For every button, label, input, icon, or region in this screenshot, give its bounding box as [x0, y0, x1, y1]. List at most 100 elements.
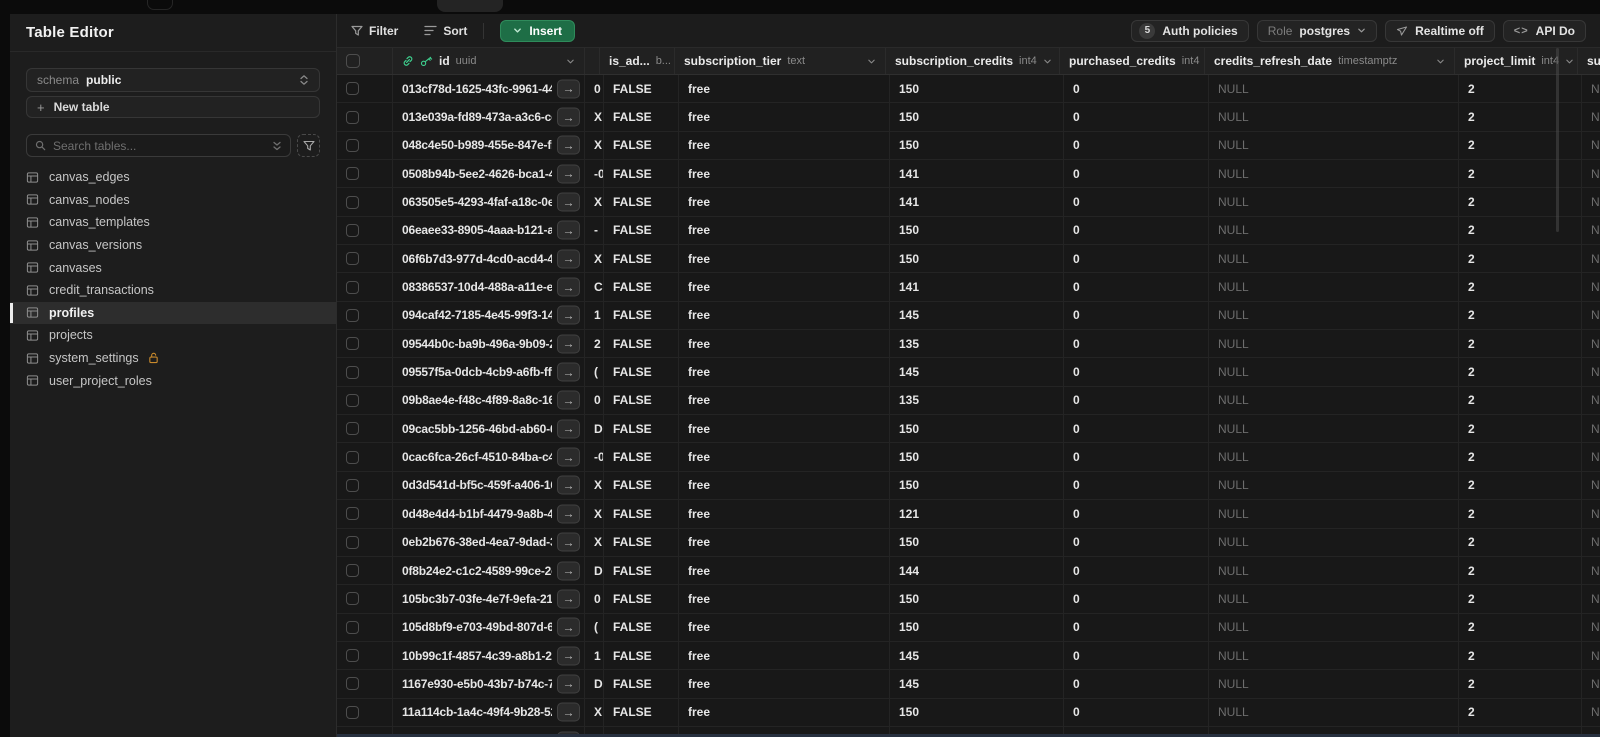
cell-subscription-credits[interactable]: 150 [890, 103, 1064, 131]
cell-credits-refresh-date[interactable]: NULL [1209, 301, 1459, 330]
cell-purchased-credits[interactable]: 0 [1064, 471, 1209, 500]
row-checkbox[interactable] [346, 393, 359, 407]
cell-id[interactable]: 10b99c1f-4857-4c39-a8b1-263b8... → [393, 641, 585, 670]
cell-project-limit[interactable]: 2 [1459, 245, 1582, 273]
table-row[interactable]: 105d8bf9-e703-49bd-807d-645e... → ( FALS… [337, 613, 1600, 642]
column-header-purchased-credits[interactable]: purchased_credits int4 [1060, 48, 1205, 74]
cell-hidden-column[interactable]: D [585, 556, 604, 585]
cell-clipped[interactable]: NULL [1582, 217, 1600, 244]
cell-purchased-credits[interactable]: 0 [1064, 698, 1209, 726]
table-row[interactable]: 013e039a-fd89-473a-a3c6-ccfa9... → X FAL… [337, 103, 1600, 132]
cell-clipped[interactable]: NULL [1582, 415, 1600, 442]
cell-id[interactable]: 09b8ae4e-f48c-4f89-8a8c-1629b... → [393, 386, 585, 415]
sidebar-table-item[interactable]: canvas_templates [10, 211, 336, 234]
table-row[interactable]: 06eaee33-8905-4aaa-b121-ab552... → - FAL… [337, 216, 1600, 246]
expand-row-button[interactable]: → [557, 305, 580, 325]
row-checkbox[interactable] [346, 195, 359, 209]
cell-purchased-credits[interactable]: 0 [1064, 528, 1209, 556]
expand-row-button[interactable]: → [557, 646, 580, 666]
row-checkbox[interactable] [346, 252, 359, 266]
cell-project-limit[interactable]: 2 [1459, 188, 1582, 216]
table-row[interactable]: 09b8ae4e-f48c-4f89-8a8c-1629b... → 0 FAL… [337, 386, 1600, 416]
cell-subscription-tier[interactable]: free [679, 415, 890, 443]
cell-hidden-column[interactable]: 1 [585, 641, 604, 670]
cell-is-admin[interactable]: FALSE [604, 556, 679, 585]
cell-hidden-column[interactable]: -0 [585, 443, 604, 471]
cell-credits-refresh-date[interactable]: NULL [1209, 698, 1459, 726]
row-checkbox[interactable] [346, 82, 359, 96]
cell-hidden-column[interactable]: 0 [585, 75, 604, 103]
cell-project-limit[interactable]: 2 [1459, 330, 1582, 358]
cell-is-admin[interactable]: FALSE [604, 216, 679, 245]
cell-hidden-column[interactable]: 2 [585, 330, 604, 358]
expand-row-button[interactable]: → [557, 674, 580, 694]
auth-policies-button[interactable]: 5 Auth policies [1131, 19, 1249, 42]
cell-credits-refresh-date[interactable]: NULL [1209, 528, 1459, 556]
cell-is-admin[interactable]: FALSE [604, 528, 679, 556]
cell-subscription-credits[interactable]: 150 [890, 75, 1064, 103]
cell-clipped[interactable]: NULL [1582, 160, 1600, 187]
cell-id[interactable]: 105d8bf9-e703-49bd-807d-645e... → [393, 613, 585, 641]
row-checkbox[interactable] [346, 620, 359, 634]
cell-credits-refresh-date[interactable]: NULL [1209, 188, 1459, 216]
cell-subscription-credits[interactable]: 150 [890, 613, 1064, 641]
cell-hidden-column[interactable]: X [585, 528, 604, 556]
expand-row-button[interactable]: → [557, 447, 580, 467]
cell-id[interactable]: 09cac5bb-1256-46bd-ab60-64ed... → [393, 415, 585, 443]
cell-purchased-credits[interactable]: 0 [1064, 330, 1209, 358]
cell-id[interactable]: 06eaee33-8905-4aaa-b121-ab552... → [393, 216, 585, 245]
cell-subscription-tier[interactable]: free [679, 698, 890, 726]
cell-id[interactable]: 08386537-10d4-488a-a11e-eb5a6... → [393, 273, 585, 301]
cell-credits-refresh-date[interactable]: NULL [1209, 273, 1459, 301]
cell-project-limit[interactable]: 2 [1459, 216, 1582, 245]
cell-clipped[interactable]: NULL [1582, 472, 1600, 499]
cell-purchased-credits[interactable]: 0 [1064, 585, 1209, 613]
cell-subscription-credits[interactable]: 150 [890, 443, 1064, 471]
cell-project-limit[interactable]: 2 [1459, 443, 1582, 471]
expand-row-button[interactable]: → [557, 164, 580, 184]
cell-clipped[interactable]: NULL [1582, 387, 1600, 414]
cell-is-admin[interactable]: FALSE [604, 415, 679, 443]
column-header-is-admin[interactable]: is_ad... b... [600, 48, 675, 74]
sidebar-table-item[interactable]: canvases [10, 256, 336, 279]
sidebar-table-item[interactable]: credit_transactions [10, 279, 336, 302]
cell-subscription-tier[interactable]: free [679, 386, 890, 415]
cell-id[interactable]: 09544b0c-ba9b-496a-9b09-244... → [393, 330, 585, 358]
row-checkbox[interactable] [346, 705, 359, 719]
cell-credits-refresh-date[interactable]: NULL [1209, 443, 1459, 471]
table-row[interactable]: 06f6b7d3-977d-4cd0-acd4-4a78... → X FALS… [337, 245, 1600, 274]
cell-clipped[interactable]: NULL [1582, 670, 1600, 697]
cell-subscription-tier[interactable]: free [679, 613, 890, 641]
cell-clipped[interactable]: NULL [1582, 273, 1600, 300]
schema-select[interactable]: schema public [26, 68, 320, 92]
sidebar-table-item[interactable]: user_project_roles [10, 369, 336, 392]
table-row[interactable]: 09544b0c-ba9b-496a-9b09-244... → 2 FALSE… [337, 330, 1600, 359]
cell-credits-refresh-date[interactable]: NULL [1209, 556, 1459, 585]
table-row[interactable]: 094caf42-7185-4e45-99f3-14abee... → 1 FA… [337, 301, 1600, 331]
cell-hidden-column[interactable]: 1 [585, 301, 604, 330]
cell-is-admin[interactable]: FALSE [604, 358, 679, 386]
cell-id[interactable]: 09557f5a-0dcb-4cb9-a6fb-fff366... → [393, 358, 585, 386]
row-checkbox[interactable] [346, 450, 359, 464]
cell-subscription-credits[interactable]: 144 [890, 556, 1064, 585]
cell-id[interactable]: 0508b94b-5ee2-4626-bca1-4bca... → [393, 160, 585, 188]
cell-project-limit[interactable]: 2 [1459, 670, 1582, 698]
cell-project-limit[interactable]: 2 [1459, 301, 1582, 330]
cell-project-limit[interactable]: 2 [1459, 358, 1582, 386]
cell-id[interactable]: 048c4e50-b989-455e-847e-fb2f... → [393, 131, 585, 160]
chevron-down-icon[interactable] [867, 57, 876, 66]
cell-is-admin[interactable]: FALSE [604, 641, 679, 670]
cell-clipped[interactable]: NULL [1582, 443, 1600, 470]
cell-credits-refresh-date[interactable]: NULL [1209, 358, 1459, 386]
cell-clipped[interactable]: NULL [1582, 557, 1600, 584]
cell-id[interactable]: 0eb2b676-38ed-4ea7-9dad-38e6... → [393, 528, 585, 556]
table-row[interactable]: 0d48e4d4-b1bf-4479-9a8b-4a4b... → X FALS… [337, 500, 1600, 529]
cell-credits-refresh-date[interactable]: NULL [1209, 415, 1459, 443]
row-checkbox[interactable] [346, 110, 359, 124]
cell-purchased-credits[interactable]: 0 [1064, 500, 1209, 528]
table-row[interactable]: 11a114cb-1a4c-49f4-9b28-52219ec... → X F… [337, 698, 1600, 727]
expand-row-button[interactable]: → [557, 702, 580, 722]
cell-credits-refresh-date[interactable]: NULL [1209, 641, 1459, 670]
cell-is-admin[interactable]: FALSE [604, 443, 679, 471]
column-header-hidden-column[interactable] [585, 48, 600, 74]
